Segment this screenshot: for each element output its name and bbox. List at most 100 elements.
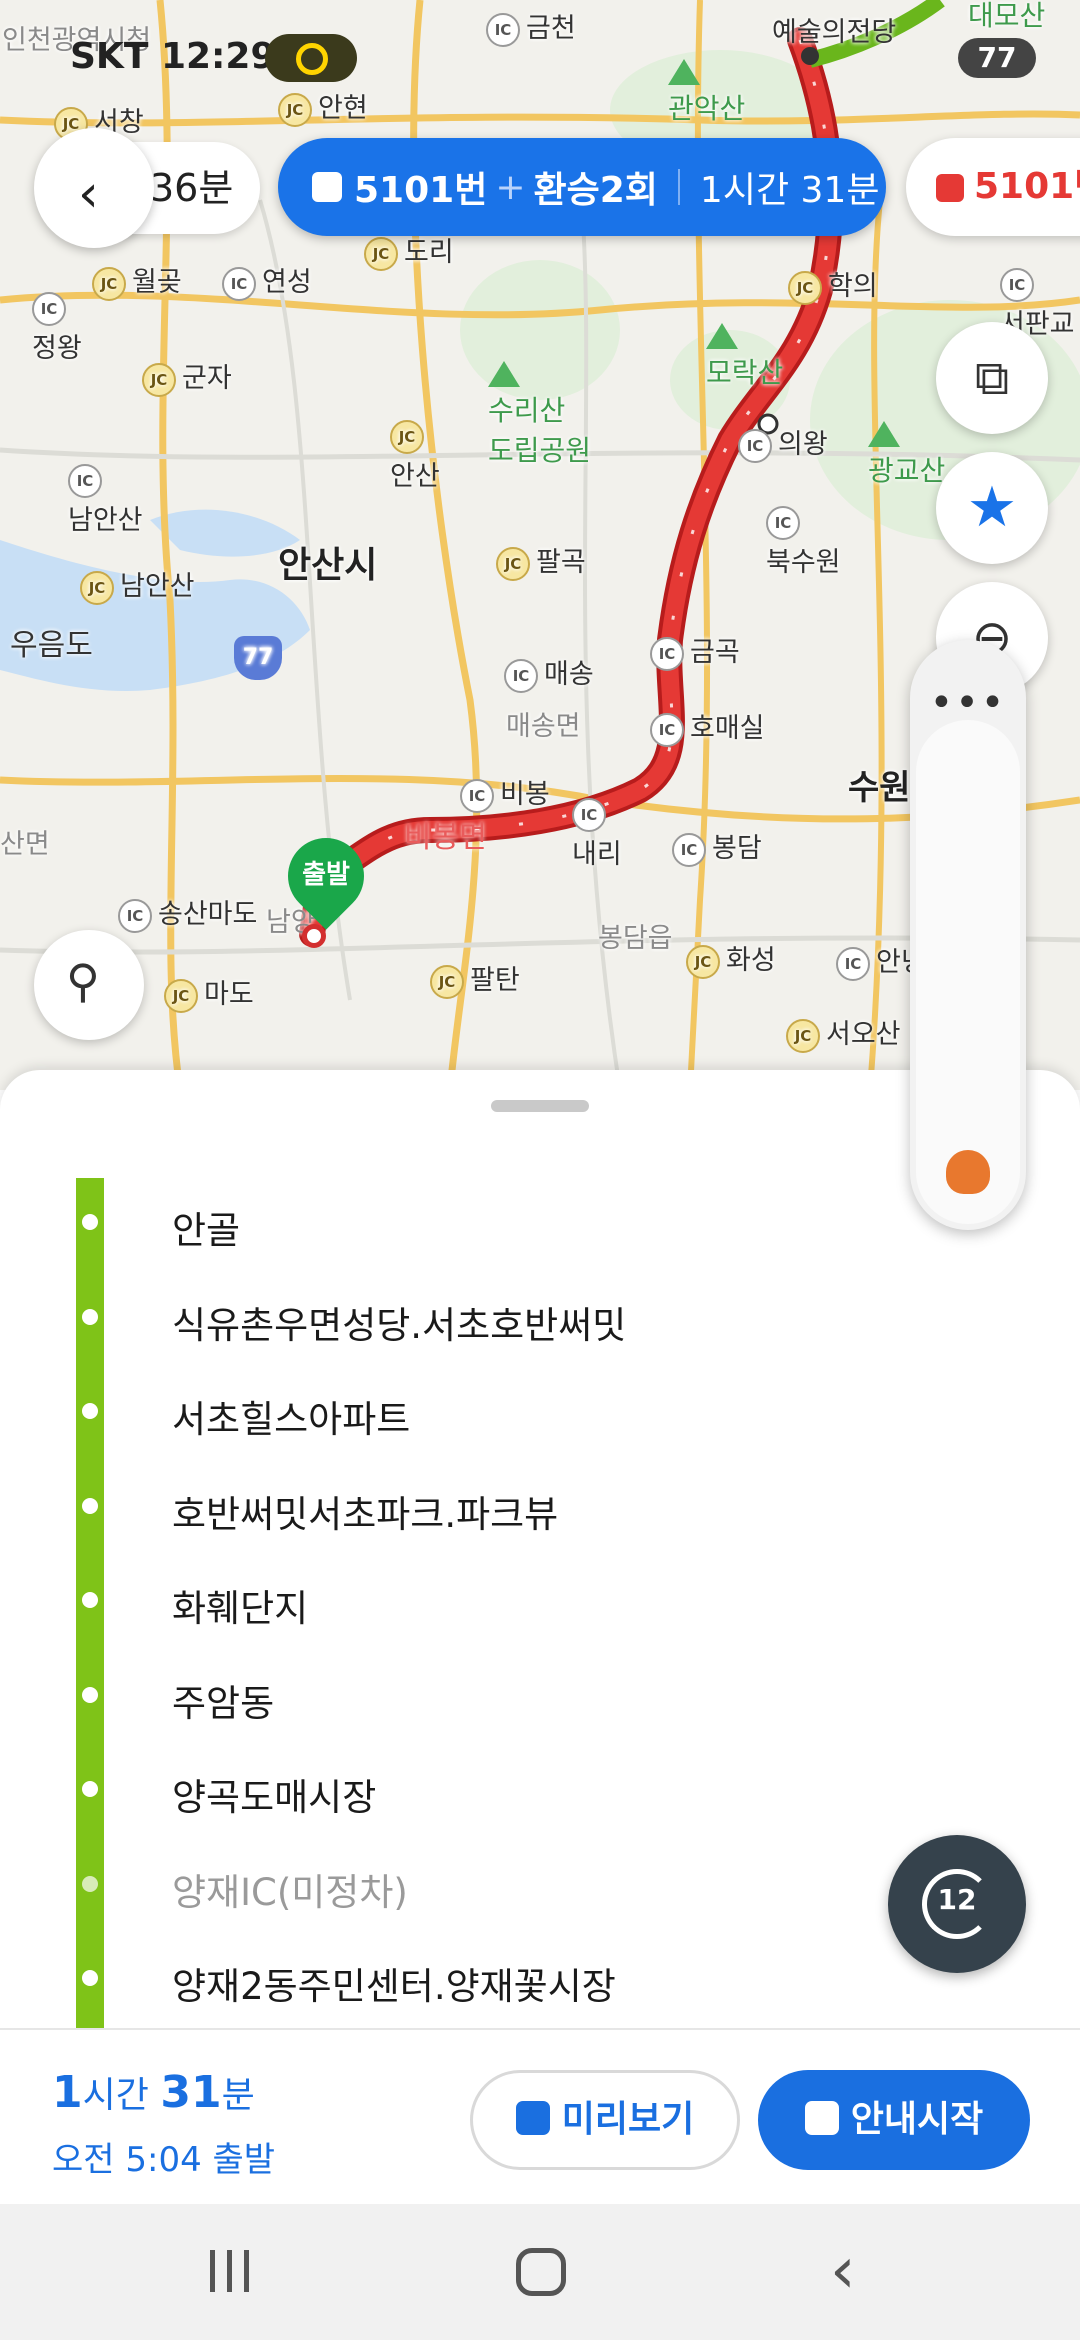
sheet-drag-handle[interactable]: [491, 1100, 589, 1112]
map-label: IC 매송: [504, 652, 594, 693]
bus-icon: [312, 172, 342, 202]
status-bar: SKT 12:29 77: [0, 0, 1080, 120]
next-route-chip[interactable]: 5101번: [906, 138, 1080, 236]
map-label: IC 금곡: [650, 630, 740, 671]
map-label: 안산시: [278, 545, 378, 586]
stop-dot: [82, 1781, 98, 1797]
system-nav-bar: ‹: [0, 2204, 1080, 2340]
map-label: 광교산: [868, 416, 945, 489]
stop-item[interactable]: 식유촌우면성당.서초호반써밋: [0, 1271, 1080, 1365]
stop-dot: [82, 1592, 98, 1608]
mountain-icon: [868, 421, 900, 447]
map-label: JC 마도: [164, 972, 254, 1013]
battery-indicator: 77: [958, 38, 1036, 78]
map-label: JC 안산: [390, 420, 440, 493]
stop-name: 식유촌우면성당.서초호반써밋: [172, 1303, 627, 1347]
mountain-icon: [488, 361, 520, 387]
map-label: 우음도: [10, 628, 93, 663]
route-shield: 77: [234, 636, 282, 680]
stop-name: 양재2동주민센터.양재꽃시장: [172, 1965, 616, 2008]
notification-pill: [265, 34, 357, 82]
stop-item[interactable]: 서초힐스아파트: [0, 1365, 1080, 1459]
map-label: JC 화성: [686, 938, 776, 979]
map-label: IC 남안산: [68, 464, 143, 537]
recent-apps-button[interactable]: [210, 2250, 270, 2292]
departure-label: 출발: [302, 860, 350, 890]
stop-dot: [82, 1308, 98, 1325]
stop-item[interactable]: 양곡도매시장: [0, 1743, 1080, 1837]
floating-menu-panel: [916, 720, 1020, 1224]
map-label: JC 군자: [142, 356, 232, 397]
stop-name: 양재IC(미정차): [172, 1870, 408, 1914]
map-label: 비봉면: [404, 820, 487, 855]
stop-name: 양곡도매시장: [172, 1776, 377, 1819]
route-transfers: 환승2회: [533, 170, 658, 211]
map-label: IC 송산마도: [118, 892, 257, 933]
chevron-left-icon: ‹: [78, 164, 99, 224]
route-icon: ⚲: [66, 954, 100, 1008]
route-bus-number: 5101번: [354, 170, 488, 211]
bus-icon: [515, 2101, 550, 2135]
floating-menu[interactable]: •••: [910, 640, 1026, 1230]
map-label: 봉담읍: [598, 923, 673, 954]
nav-back-button[interactable]: ‹: [830, 2234, 856, 2308]
route-options-button[interactable]: ⚲: [34, 930, 144, 1040]
map-label: IC 내리: [572, 798, 622, 871]
departure-time: 오전 5:04 출발: [52, 2140, 276, 2180]
map-label: IC 봉담: [672, 826, 762, 867]
stop-dot: [82, 1497, 98, 1514]
map-label: IC 북수원: [766, 506, 841, 579]
route-plus: +: [495, 166, 526, 208]
carrier: SKT 12:29: [70, 36, 276, 77]
bus-icon: [804, 2101, 839, 2135]
home-button[interactable]: [516, 2248, 566, 2296]
stop-name: 호반써밋서초파크.파크뷰: [172, 1492, 559, 1536]
divider: [677, 169, 680, 205]
start-guide-button[interactable]: 안내시작: [758, 2070, 1030, 2170]
map-label: 수원: [848, 768, 911, 808]
map-label: 모락산: [706, 318, 783, 391]
map-label: 매송면: [506, 711, 581, 742]
map-label: JC 학의: [788, 264, 878, 305]
replay-label: 12: [937, 1883, 977, 1916]
stop-dot: [82, 1875, 98, 1892]
stop-dot: [82, 1686, 98, 1703]
map-label: JC 팔탄: [430, 958, 520, 999]
map-label: JC 서오산: [786, 1012, 901, 1053]
map-label: IC 의왕: [738, 422, 828, 463]
map-label: 산면: [0, 829, 50, 860]
star-icon: ★: [966, 475, 1018, 540]
map-label: 수리산 도립공원: [488, 356, 591, 469]
preview-button[interactable]: 미리보기: [470, 2070, 740, 2170]
map-label: IC 연성: [222, 260, 312, 301]
selected-route-chip[interactable]: 5101번 + 환승2회 1시간 31분: [278, 138, 886, 236]
map-label: JC 월곶: [92, 260, 182, 301]
map-label: IC 비봉: [460, 772, 550, 813]
layers-icon: ⧉: [974, 350, 1010, 406]
replay-button[interactable]: 12: [888, 1835, 1026, 1973]
stop-dot: [82, 1214, 98, 1230]
stop-name: 안골: [172, 1209, 241, 1252]
stop-dot: [82, 1970, 98, 1986]
route-duration: 1시간 31분: [699, 170, 880, 211]
stop-item[interactable]: 화훼단지: [0, 1554, 1080, 1648]
layers-button[interactable]: ⧉: [936, 322, 1048, 434]
map-label: IC 정왕: [32, 292, 82, 365]
earbuds-icon[interactable]: [946, 1150, 990, 1194]
favorite-button[interactable]: ★: [936, 452, 1048, 564]
map-label: IC 호매실: [650, 706, 765, 747]
stop-item[interactable]: 호반써밋서초파크.파크뷰: [0, 1460, 1080, 1554]
map-label: JC 남안산: [80, 564, 195, 605]
back-button[interactable]: ‹: [34, 128, 154, 248]
departure-point: [302, 924, 326, 948]
stop-item[interactable]: 주암동: [0, 1649, 1080, 1743]
mountain-icon: [706, 323, 738, 349]
total-duration: 1시간 31분: [52, 2067, 255, 2118]
bus-icon: [936, 174, 964, 202]
clock: 12:29: [160, 36, 276, 77]
route-footer: 1시간 31분 오전 5:04 출발 미리보기 안내시작: [0, 2028, 1080, 2204]
map-label: JC 도리: [364, 230, 454, 271]
map-label: JC 팔곡: [496, 540, 586, 581]
stop-name: 화훼단지: [172, 1587, 309, 1630]
stop-dot: [82, 1403, 98, 1419]
